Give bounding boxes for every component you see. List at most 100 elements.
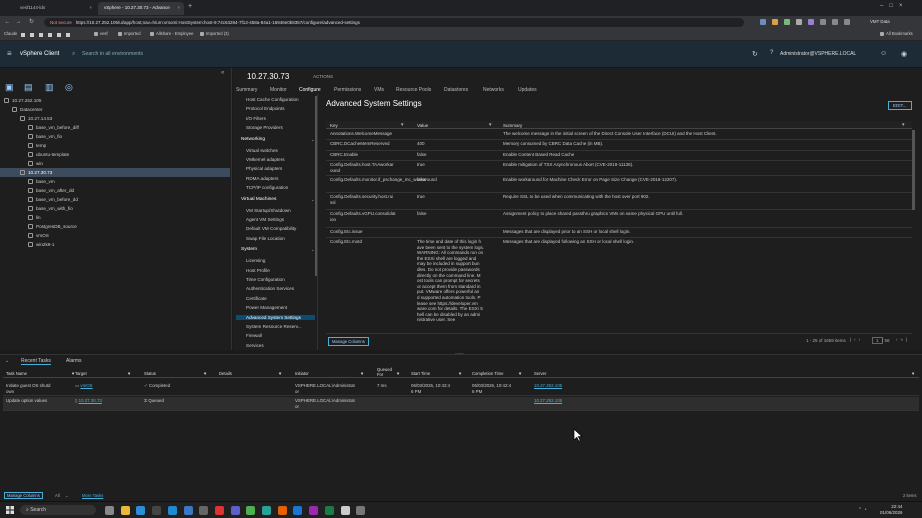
col-key[interactable]: Key xyxy=(330,123,338,128)
back-icon[interactable]: ← xyxy=(3,18,12,27)
col-completion-time[interactable]: Completion Time xyxy=(472,371,503,377)
filter-icon[interactable]: ▼ xyxy=(203,371,207,377)
browser-tab-active[interactable]: vSphere - 10.27.30.73 - Advance × xyxy=(98,2,184,15)
tree-node[interactable]: Datacenter xyxy=(12,105,42,114)
nav-item[interactable]: Agent VM Settings xyxy=(246,217,284,222)
tab-recent-tasks[interactable]: Recent Tasks xyxy=(21,358,51,365)
browser-tab[interactable]: vesf1144-lds × xyxy=(14,2,96,15)
filter-icon[interactable]: ▼ xyxy=(127,371,131,377)
nav-item[interactable]: Swap File Location xyxy=(246,236,285,241)
nav-item[interactable]: Physical adapters xyxy=(246,166,282,171)
task-cell-server[interactable]: 10.27.252.105 xyxy=(534,398,634,404)
filter-icon[interactable]: ▼ xyxy=(911,371,915,377)
global-search-input[interactable]: Search in all environments xyxy=(82,51,143,57)
col-summary[interactable]: Summary xyxy=(503,123,522,128)
nav-item[interactable]: Host Profile xyxy=(246,268,270,273)
task-cell-text[interactable]: 10.27.252.105 xyxy=(534,398,562,403)
nav-item[interactable]: Protocol Endpoints xyxy=(246,106,285,111)
tree-node[interactable]: base_vm_fio xyxy=(28,132,62,141)
tree-node[interactable]: base_vm_before_diff xyxy=(28,123,79,132)
teams-icon[interactable] xyxy=(230,506,240,515)
nav-item[interactable]: Advanced System Settings xyxy=(236,314,315,320)
filter-icon[interactable]: ▼ xyxy=(360,371,364,377)
nav-item[interactable]: Power Management xyxy=(246,305,287,310)
close-icon[interactable]: × xyxy=(177,5,180,10)
nav-item[interactable]: Storage Providers xyxy=(246,125,283,130)
bookmark-icons[interactable] xyxy=(21,33,76,40)
col-task-name[interactable]: Task Name xyxy=(6,371,27,377)
bookmark-claude[interactable]: Claude xyxy=(4,31,17,36)
nav-item[interactable]: VM Startup/Shutdown xyxy=(246,208,291,213)
tab-alarms[interactable]: Alarms xyxy=(66,358,82,364)
edge-icon[interactable] xyxy=(136,506,146,515)
filter-icon[interactable]: ▼ xyxy=(396,371,400,377)
tab-permissions[interactable]: Permissions xyxy=(334,87,361,93)
tree-node[interactable]: 10.27.14.53 xyxy=(20,114,52,123)
tree-node[interactable]: base_vm_after_dd xyxy=(28,186,74,195)
manage-columns-button[interactable]: Manage Columns xyxy=(328,337,369,346)
reload-icon[interactable]: ↻ xyxy=(27,18,36,27)
tree-node[interactable]: base_vm_with_fio xyxy=(28,204,73,213)
profile-button[interactable]: VMT Data xyxy=(870,19,890,24)
chrome-icon[interactable] xyxy=(246,506,256,515)
col-start-time[interactable]: Start Time xyxy=(411,371,430,377)
edit-button[interactable]: EDIT... xyxy=(888,101,912,110)
nav-item[interactable]: I/O Filters xyxy=(246,116,266,121)
hosts-clusters-icon[interactable]: ▣ xyxy=(5,82,14,93)
settings-row[interactable]: Config.Defaults.host.TAAworkar ound true E… xyxy=(326,161,912,176)
task-row[interactable]: Initiate guest OS shutd own ▭ vmOS ✓ Compl… xyxy=(3,382,919,396)
col-status[interactable]: Status xyxy=(144,371,156,377)
tab-updates[interactable]: Updates xyxy=(518,87,537,93)
filter-icon[interactable]: ▼ xyxy=(518,371,522,377)
filter-icon[interactable]: ▼ xyxy=(488,122,492,127)
task-cell-text[interactable]: 10.27.252.105 xyxy=(534,383,562,388)
nav-section[interactable]: Virtual Machines ⌄ xyxy=(241,197,314,202)
tree-node[interactable]: base_vm xyxy=(28,177,55,186)
all-bookmarks[interactable]: All Bookmarks xyxy=(880,31,913,36)
url-input[interactable]: Not secure https://10.27.252.105/ui/app/h… xyxy=(44,18,744,27)
excel-icon[interactable] xyxy=(324,506,334,515)
storage-icon[interactable]: ▥ xyxy=(45,82,54,93)
nav-item[interactable]: Default VM Compatibility xyxy=(246,226,296,231)
next-last-icons[interactable]: ›»| xyxy=(896,337,910,342)
grid-scrollbar[interactable] xyxy=(912,130,915,210)
taskbar-clock[interactable]: 22:44 01/06/2026 xyxy=(880,504,903,515)
tree-node[interactable]: lin xyxy=(28,213,41,222)
menu-icon[interactable]: ≡ xyxy=(7,49,12,58)
filter-icon[interactable]: ▼ xyxy=(278,371,282,377)
tab-monitor[interactable]: Monitor xyxy=(270,87,287,93)
tab-summary[interactable]: Summary xyxy=(236,87,257,93)
settings-row[interactable]: Config.Etc.motd The time and date of this… xyxy=(326,238,912,334)
nav-item[interactable]: TCP/IP configuration xyxy=(246,185,288,190)
tasks-filter-select[interactable]: All xyxy=(55,493,60,498)
task-cell-server[interactable]: 10.27.252.105 xyxy=(534,383,634,389)
settings-row[interactable]: CBRC.DCacheMemReserved 400 Memory consumed… xyxy=(326,140,912,151)
new-tab-icon[interactable]: + xyxy=(188,3,192,10)
col-details[interactable]: Details xyxy=(219,371,232,377)
forward-icon[interactable]: → xyxy=(14,18,23,27)
settings-row[interactable]: Config.Defaults.vGPU.consolidat ion false… xyxy=(326,210,912,228)
nav-item[interactable]: Certificate xyxy=(246,296,267,301)
bookmark-allshare[interactable]: Allshare - Employee xyxy=(150,31,193,36)
bookmark-imported[interactable]: Imported xyxy=(118,31,141,36)
nav-section[interactable]: Networking ⌄ xyxy=(241,137,314,142)
snip-icon[interactable] xyxy=(356,506,366,515)
refresh-icon[interactable]: ↻ xyxy=(752,50,758,58)
task-view-icon[interactable] xyxy=(105,506,114,515)
vscode-icon[interactable] xyxy=(167,506,177,515)
scrollbar[interactable] xyxy=(315,96,317,276)
nav-section[interactable]: System ⌄ xyxy=(241,247,314,252)
col-target[interactable]: Target xyxy=(75,371,87,377)
search-icon[interactable]: ⌕ xyxy=(72,51,75,58)
store-icon[interactable] xyxy=(199,506,209,515)
avatar-icon[interactable]: ◉ xyxy=(901,50,907,58)
tree-node[interactable]: vmOS xyxy=(28,231,49,240)
system-tray-icons[interactable]: ⌃ ◔ xyxy=(858,507,867,513)
opera-icon[interactable] xyxy=(214,506,224,515)
tree-node[interactable]: 10.27.252.105 xyxy=(4,96,41,105)
tab-resource-pools[interactable]: Resource Pools xyxy=(396,87,431,93)
app-icon[interactable] xyxy=(262,506,271,515)
tree-node[interactable]: 10.27.30.73 xyxy=(0,168,230,177)
help-icon[interactable]: ? xyxy=(770,50,773,56)
windows-start-icon[interactable] xyxy=(6,506,14,514)
